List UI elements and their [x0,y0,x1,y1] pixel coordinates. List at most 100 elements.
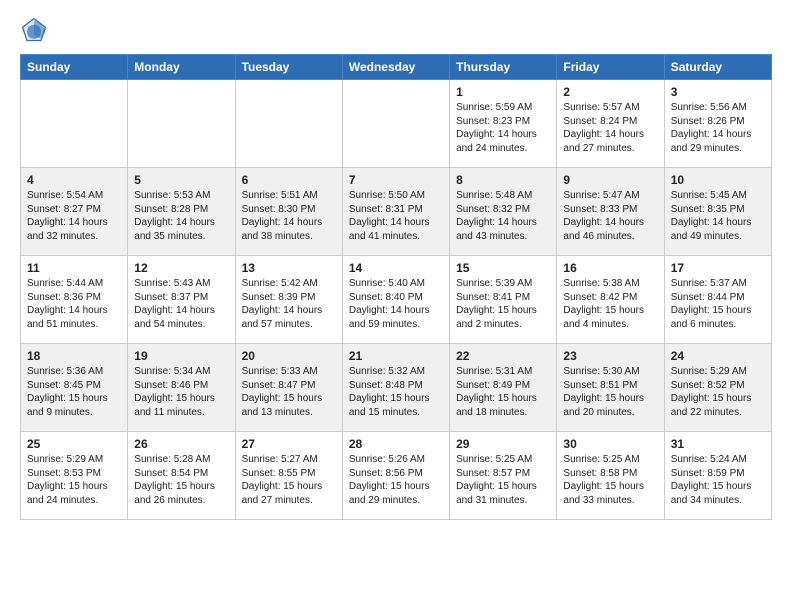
calendar-cell: 11 Sunrise: 5:44 AM Sunset: 8:36 PM Dayli… [21,256,128,344]
calendar-cell: 3 Sunrise: 5:56 AM Sunset: 8:26 PM Daylig… [664,80,771,168]
day-number: 14 [349,261,443,275]
calendar-cell: 30 Sunrise: 5:25 AM Sunset: 8:58 PM Dayli… [557,432,664,520]
calendar-table: SundayMondayTuesdayWednesdayThursdayFrid… [20,54,772,520]
weekday-saturday: Saturday [664,55,771,80]
day-info: Sunrise: 5:56 AM Sunset: 8:26 PM Dayligh… [671,101,765,155]
calendar-cell: 31 Sunrise: 5:24 AM Sunset: 8:59 PM Dayli… [664,432,771,520]
calendar-cell: 13Sunrise: 5:42 AM Sunset: 8:39 PM Dayli… [235,256,342,344]
day-info: Sunrise: 5:27 AM Sunset: 8:55 PM Dayligh… [242,453,336,507]
day-number: 2 [563,85,657,99]
day-info: Sunrise: 5:57 AM Sunset: 8:24 PM Dayligh… [563,101,657,155]
header [20,16,772,44]
day-number: 24 [671,349,765,363]
day-info: Sunrise: 5:30 AM Sunset: 8:51 PM Dayligh… [563,365,657,419]
day-number: 27 [242,437,336,451]
calendar-cell [342,80,449,168]
calendar-cell: 4Sunrise: 5:54 AM Sunset: 8:27 PM Daylig… [21,168,128,256]
day-info: Sunrise: 5:51 AM Sunset: 8:30 PM Dayligh… [242,189,336,243]
calendar-cell: 20 Sunrise: 5:33 AM Sunset: 8:47 PM Dayli… [235,344,342,432]
day-info: Sunrise: 5:48 AM Sunset: 8:32 PM Dayligh… [456,189,550,243]
day-number: 3 [671,85,765,99]
weekday-thursday: Thursday [450,55,557,80]
calendar-cell: 16 Sunrise: 5:38 AM Sunset: 8:42 PM Dayli… [557,256,664,344]
day-info: Sunrise: 5:37 AM Sunset: 8:44 PM Dayligh… [671,277,765,331]
day-info: Sunrise: 5:40 AM Sunset: 8:40 PM Dayligh… [349,277,443,331]
day-number: 7 [349,173,443,187]
day-number: 30 [563,437,657,451]
day-info: Sunrise: 5:25 AM Sunset: 8:57 PM Dayligh… [456,453,550,507]
calendar-cell: 26 Sunrise: 5:28 AM Sunset: 8:54 PM Dayli… [128,432,235,520]
day-number: 26 [134,437,228,451]
day-number: 11 [27,261,121,275]
logo-icon [20,16,48,44]
day-info: Sunrise: 5:26 AM Sunset: 8:56 PM Dayligh… [349,453,443,507]
calendar-cell: 17 Sunrise: 5:37 AM Sunset: 8:44 PM Dayli… [664,256,771,344]
weekday-tuesday: Tuesday [235,55,342,80]
day-info: Sunrise: 5:38 AM Sunset: 8:42 PM Dayligh… [563,277,657,331]
day-number: 21 [349,349,443,363]
day-info: Sunrise: 5:34 AM Sunset: 8:46 PM Dayligh… [134,365,228,419]
weekday-friday: Friday [557,55,664,80]
day-info: Sunrise: 5:47 AM Sunset: 8:33 PM Dayligh… [563,189,657,243]
calendar-cell: 6 Sunrise: 5:51 AM Sunset: 8:30 PM Daylig… [235,168,342,256]
calendar-cell: 14 Sunrise: 5:40 AM Sunset: 8:40 PM Dayli… [342,256,449,344]
weekday-sunday: Sunday [21,55,128,80]
day-number: 9 [563,173,657,187]
weekday-header-row: SundayMondayTuesdayWednesdayThursdayFrid… [21,55,772,80]
week-row-4: 25Sunrise: 5:29 AM Sunset: 8:53 PM Dayli… [21,432,772,520]
day-info: Sunrise: 5:31 AM Sunset: 8:49 PM Dayligh… [456,365,550,419]
calendar-cell: 15Sunrise: 5:39 AM Sunset: 8:41 PM Dayli… [450,256,557,344]
day-number: 17 [671,261,765,275]
day-number: 18 [27,349,121,363]
calendar-cell [128,80,235,168]
calendar-cell: 22Sunrise: 5:31 AM Sunset: 8:49 PM Dayli… [450,344,557,432]
week-row-2: 11 Sunrise: 5:44 AM Sunset: 8:36 PM Dayli… [21,256,772,344]
page: SundayMondayTuesdayWednesdayThursdayFrid… [0,0,792,536]
day-info: Sunrise: 5:25 AM Sunset: 8:58 PM Dayligh… [563,453,657,507]
week-row-1: 4Sunrise: 5:54 AM Sunset: 8:27 PM Daylig… [21,168,772,256]
calendar-cell: 5Sunrise: 5:53 AM Sunset: 8:28 PM Daylig… [128,168,235,256]
day-number: 25 [27,437,121,451]
day-number: 12 [134,261,228,275]
logo [20,16,52,44]
day-number: 5 [134,173,228,187]
day-info: Sunrise: 5:42 AM Sunset: 8:39 PM Dayligh… [242,277,336,331]
week-row-0: 1 Sunrise: 5:59 AM Sunset: 8:23 PM Daylig… [21,80,772,168]
day-info: Sunrise: 5:24 AM Sunset: 8:59 PM Dayligh… [671,453,765,507]
day-info: Sunrise: 5:59 AM Sunset: 8:23 PM Dayligh… [456,101,550,155]
day-number: 15 [456,261,550,275]
day-number: 19 [134,349,228,363]
day-info: Sunrise: 5:43 AM Sunset: 8:37 PM Dayligh… [134,277,228,331]
day-info: Sunrise: 5:28 AM Sunset: 8:54 PM Dayligh… [134,453,228,507]
day-number: 29 [456,437,550,451]
calendar-cell: 27 Sunrise: 5:27 AM Sunset: 8:55 PM Dayli… [235,432,342,520]
day-number: 20 [242,349,336,363]
day-info: Sunrise: 5:44 AM Sunset: 8:36 PM Dayligh… [27,277,121,331]
calendar-cell: 28 Sunrise: 5:26 AM Sunset: 8:56 PM Dayli… [342,432,449,520]
day-number: 1 [456,85,550,99]
day-number: 28 [349,437,443,451]
calendar-cell: 29 Sunrise: 5:25 AM Sunset: 8:57 PM Dayli… [450,432,557,520]
calendar-cell: 10 Sunrise: 5:45 AM Sunset: 8:35 PM Dayli… [664,168,771,256]
calendar-cell [235,80,342,168]
calendar-cell: 25Sunrise: 5:29 AM Sunset: 8:53 PM Dayli… [21,432,128,520]
day-info: Sunrise: 5:54 AM Sunset: 8:27 PM Dayligh… [27,189,121,243]
calendar-cell: 2 Sunrise: 5:57 AM Sunset: 8:24 PM Daylig… [557,80,664,168]
calendar-cell [21,80,128,168]
day-info: Sunrise: 5:36 AM Sunset: 8:45 PM Dayligh… [27,365,121,419]
day-info: Sunrise: 5:33 AM Sunset: 8:47 PM Dayligh… [242,365,336,419]
calendar-cell: 1 Sunrise: 5:59 AM Sunset: 8:23 PM Daylig… [450,80,557,168]
week-row-3: 18 Sunrise: 5:36 AM Sunset: 8:45 PM Dayli… [21,344,772,432]
day-info: Sunrise: 5:45 AM Sunset: 8:35 PM Dayligh… [671,189,765,243]
day-number: 10 [671,173,765,187]
calendar-header: SundayMondayTuesdayWednesdayThursdayFrid… [21,55,772,80]
calendar-cell: 21Sunrise: 5:32 AM Sunset: 8:48 PM Dayli… [342,344,449,432]
weekday-monday: Monday [128,55,235,80]
day-number: 23 [563,349,657,363]
calendar-cell: 24Sunrise: 5:29 AM Sunset: 8:52 PM Dayli… [664,344,771,432]
day-number: 31 [671,437,765,451]
day-number: 16 [563,261,657,275]
calendar-cell: 7Sunrise: 5:50 AM Sunset: 8:31 PM Daylig… [342,168,449,256]
calendar-cell: 18 Sunrise: 5:36 AM Sunset: 8:45 PM Dayli… [21,344,128,432]
day-number: 6 [242,173,336,187]
